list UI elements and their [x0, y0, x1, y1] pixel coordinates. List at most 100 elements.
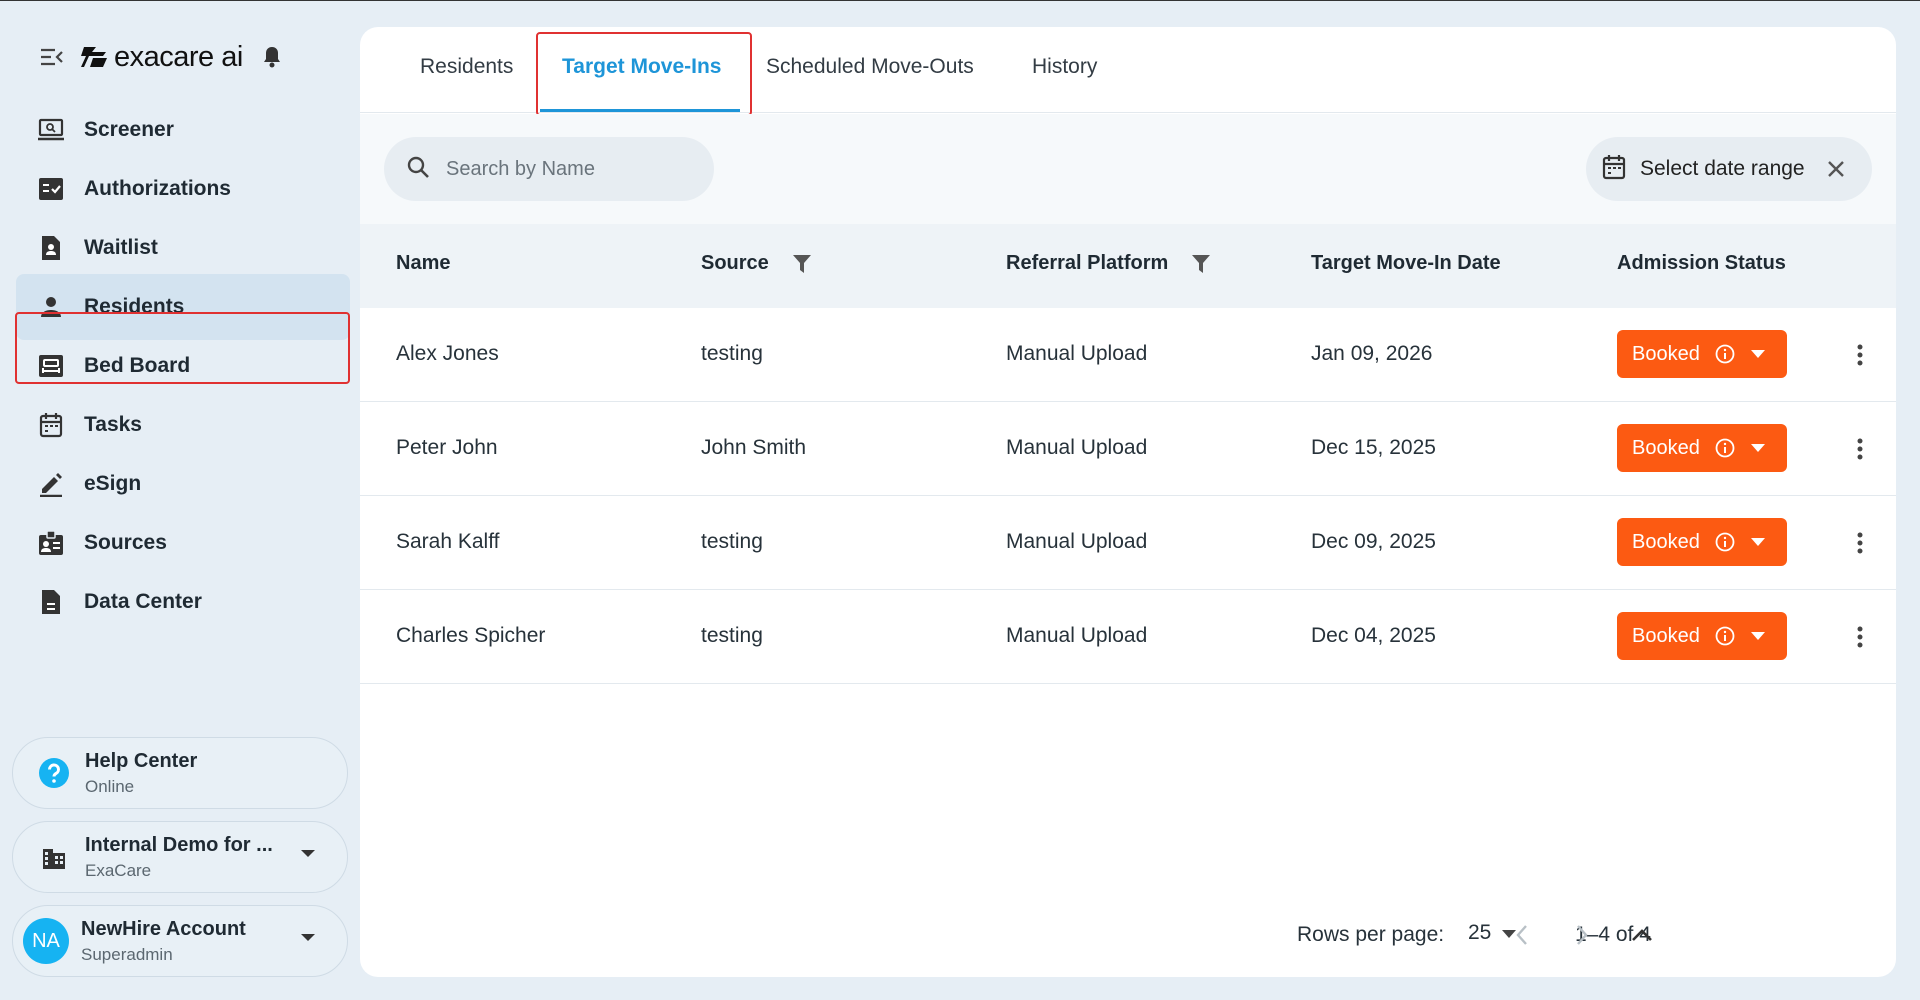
- brand-row: exacare ai: [38, 41, 285, 73]
- more-options-icon[interactable]: [1848, 622, 1872, 652]
- chevron-up-icon[interactable]: [1626, 919, 1658, 951]
- person-icon: [36, 292, 66, 322]
- admission-status-button[interactable]: Booked: [1617, 330, 1787, 378]
- admission-status-button[interactable]: Booked: [1617, 612, 1787, 660]
- more-options-icon[interactable]: [1848, 528, 1872, 558]
- info-icon[interactable]: [1714, 437, 1736, 459]
- table-row[interactable]: Charles Spicher testing Manual Upload De…: [360, 590, 1896, 684]
- authorizations-icon: [36, 174, 66, 204]
- sidebar-item-label: Waitlist: [84, 236, 158, 259]
- search-icon: [406, 155, 430, 184]
- sidebar-item-residents[interactable]: Residents: [16, 274, 350, 340]
- resident-platform: Manual Upload: [1006, 530, 1148, 553]
- column-header-referral-platform: Referral Platform: [1006, 252, 1212, 275]
- bell-icon[interactable]: [259, 44, 285, 70]
- document-icon: [36, 587, 66, 617]
- info-icon[interactable]: [1714, 343, 1736, 365]
- sidebar: exacare ai Screener Authorizations Waitl…: [0, 1, 355, 1000]
- resident-name: Sarah Kalff: [396, 530, 500, 553]
- chevron-down-icon[interactable]: [1748, 344, 1768, 364]
- rows-per-page-value: 25: [1468, 921, 1492, 944]
- resident-name: Peter John: [396, 436, 498, 459]
- sidebar-item-label: Screener: [84, 118, 174, 141]
- active-tab-indicator: [540, 109, 740, 112]
- avatar: NA: [23, 918, 69, 964]
- main-panel: Residents Target Move-Ins Scheduled Move…: [360, 27, 1896, 977]
- info-icon[interactable]: [1714, 531, 1736, 553]
- resident-platform: Manual Upload: [1006, 436, 1148, 459]
- waitlist-icon: [36, 233, 66, 263]
- search-input[interactable]: [446, 157, 706, 181]
- resident-source: testing: [701, 530, 763, 553]
- resident-source: John Smith: [701, 436, 807, 459]
- building-icon: [37, 840, 71, 874]
- help-center-card[interactable]: Help Center Online: [12, 737, 348, 809]
- column-label: Target Move-In Date: [1311, 252, 1501, 274]
- sidebar-item-sources[interactable]: Sources: [16, 510, 350, 576]
- chevron-down-icon[interactable]: [1748, 438, 1768, 458]
- sidebar-item-waitlist[interactable]: Waitlist: [16, 215, 350, 281]
- more-options-icon[interactable]: [1848, 340, 1872, 370]
- chevron-down-icon[interactable]: [1748, 626, 1768, 646]
- sidebar-item-label: Authorizations: [84, 177, 231, 200]
- close-icon[interactable]: [1823, 156, 1849, 182]
- filter-icon[interactable]: [1190, 253, 1212, 275]
- tab-history[interactable]: History: [1032, 55, 1097, 79]
- tab-residents[interactable]: Residents: [420, 55, 513, 79]
- pen-icon: [36, 469, 66, 499]
- resident-name: Charles Spicher: [396, 624, 546, 647]
- facility-name: Internal Demo for ...: [85, 833, 273, 856]
- facility-selector[interactable]: Internal Demo for ... ExaCare: [12, 821, 348, 893]
- logo-mark-icon: [81, 47, 107, 67]
- sidebar-item-data-center[interactable]: Data Center: [16, 569, 350, 635]
- chevron-down-icon[interactable]: [1748, 532, 1768, 552]
- sidebar-item-label: eSign: [84, 472, 142, 495]
- table-row[interactable]: Sarah Kalff testing Manual Upload Dec 09…: [360, 496, 1896, 590]
- account-name: NewHire Account: [81, 917, 246, 940]
- status-label: Booked: [1632, 530, 1700, 553]
- contact-badge-icon: [36, 528, 66, 558]
- resident-move-in-date: Dec 04, 2025: [1311, 624, 1436, 647]
- column-header-name: Name: [396, 252, 450, 275]
- status-label: Booked: [1632, 624, 1700, 647]
- sidebar-item-label: Tasks: [84, 413, 142, 436]
- date-range-picker[interactable]: Select date range: [1586, 137, 1872, 201]
- tab-target-move-ins[interactable]: Target Move-Ins: [562, 55, 721, 79]
- more-options-icon[interactable]: [1848, 434, 1872, 464]
- chevron-down-icon[interactable]: [299, 930, 317, 948]
- tab-scheduled-move-outs[interactable]: Scheduled Move-Outs: [766, 55, 974, 79]
- column-header-admission-status: Admission Status: [1617, 252, 1786, 275]
- sidebar-item-authorizations[interactable]: Authorizations: [16, 156, 350, 222]
- facility-org: ExaCare: [85, 860, 152, 880]
- info-icon[interactable]: [1714, 625, 1736, 647]
- sidebar-item-bed-board[interactable]: Bed Board: [16, 333, 350, 399]
- column-label: Referral Platform: [1006, 252, 1169, 274]
- account-menu[interactable]: NA NewHire Account Superadmin: [12, 905, 348, 977]
- table-row[interactable]: Alex Jones testing Manual Upload Jan 09,…: [360, 308, 1896, 402]
- sidebar-item-screener[interactable]: Screener: [16, 97, 350, 163]
- resident-source: testing: [701, 342, 763, 365]
- next-page-icon[interactable]: [1566, 919, 1598, 951]
- admission-status-button[interactable]: Booked: [1617, 518, 1787, 566]
- chevron-down-icon[interactable]: [299, 846, 317, 864]
- resident-move-in-date: Jan 09, 2026: [1311, 342, 1433, 365]
- previous-page-icon[interactable]: [1506, 919, 1538, 951]
- help-center-status: Online: [85, 776, 135, 796]
- bed-icon: [36, 351, 66, 381]
- table-row[interactable]: Peter John John Smith Manual Upload Dec …: [360, 402, 1896, 496]
- column-header-source: Source: [701, 252, 813, 275]
- pagination: Rows per page: 25 1–4 of 4: [360, 915, 1896, 955]
- brand-name: exacare ai: [114, 40, 243, 73]
- admission-status-button[interactable]: Booked: [1617, 424, 1787, 472]
- sidebar-item-tasks[interactable]: Tasks: [16, 392, 350, 458]
- sidebar-item-esign[interactable]: eSign: [16, 451, 350, 517]
- sidebar-nav: Screener Authorizations Waitlist Residen…: [16, 97, 350, 717]
- table-header: Name Source Referral Platform Target Mov…: [360, 224, 1896, 308]
- help-center-title: Help Center: [85, 749, 198, 772]
- collapse-menu-icon[interactable]: [38, 43, 66, 71]
- search-box: [384, 137, 714, 201]
- column-header-target-move-in-date: Target Move-In Date: [1311, 252, 1501, 275]
- date-range-label: Select date range: [1640, 157, 1805, 180]
- filter-icon[interactable]: [791, 253, 813, 275]
- sidebar-item-label: Data Center: [84, 590, 202, 613]
